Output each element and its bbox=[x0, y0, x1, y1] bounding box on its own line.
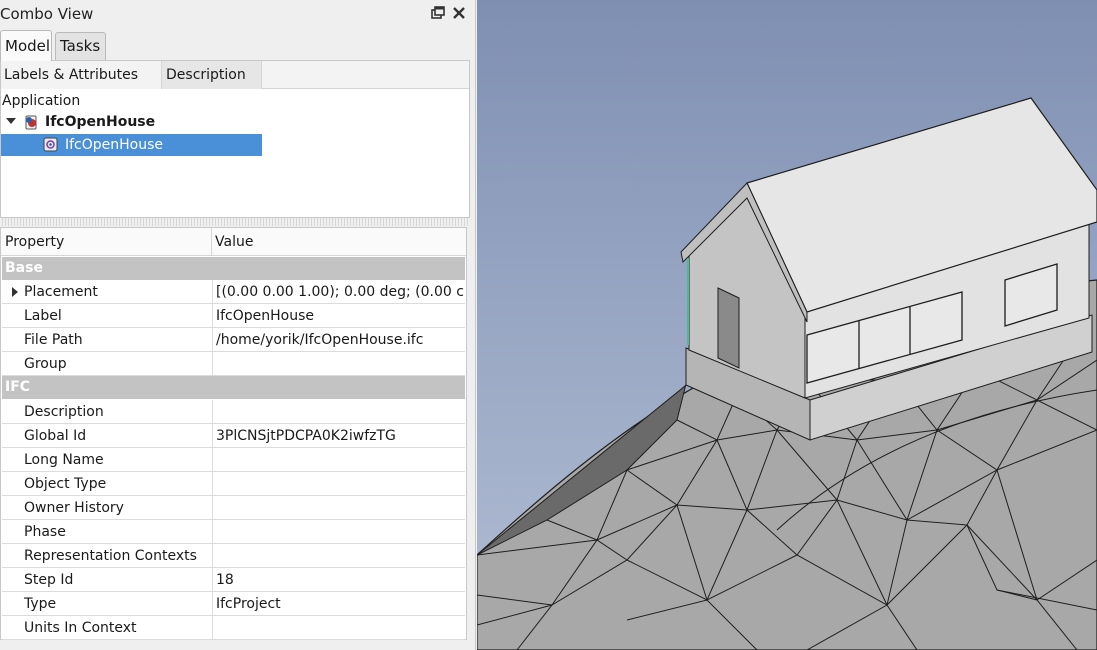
property-value[interactable]: /home/yorik/IfcOpenHouse.ifc bbox=[213, 328, 465, 351]
tab-model[interactable]: Model bbox=[0, 30, 52, 61]
property-row-object-type[interactable]: Object Type bbox=[2, 472, 465, 496]
property-value[interactable] bbox=[213, 352, 465, 375]
group-base: Base bbox=[2, 257, 465, 280]
property-row-group[interactable]: Group bbox=[2, 352, 465, 376]
property-name: Group bbox=[2, 352, 213, 375]
property-name: Step Id bbox=[2, 568, 213, 591]
tree-item-ifc-project[interactable]: IfcOpenHouse bbox=[1, 134, 262, 156]
document-label: IfcOpenHouse bbox=[45, 114, 156, 130]
property-row-global-id[interactable]: Global Id 3PlCNSjtPDCPA0K2iwfzTG bbox=[2, 424, 465, 448]
property-value[interactable] bbox=[213, 616, 465, 639]
property-value[interactable] bbox=[213, 400, 465, 423]
tree-column-description[interactable]: Description bbox=[162, 61, 262, 89]
property-name: Long Name bbox=[2, 448, 213, 471]
property-value[interactable]: [(0.00 0.00 1.00); 0.00 deg; (0.00 c... bbox=[213, 280, 465, 303]
tree-header: Labels & Attributes Description bbox=[1, 61, 469, 89]
property-value[interactable] bbox=[213, 496, 465, 519]
property-value[interactable] bbox=[213, 448, 465, 471]
property-row-step-id[interactable]: Step Id 18 bbox=[2, 568, 465, 592]
property-name: Units In Context bbox=[2, 616, 213, 639]
column-value[interactable]: Value bbox=[212, 228, 466, 256]
property-value[interactable]: 18 bbox=[213, 568, 465, 591]
property-name: File Path bbox=[2, 328, 213, 351]
property-table: Property Value Base Placement [(0.00 0.0… bbox=[0, 227, 467, 640]
property-row-file-path[interactable]: File Path /home/yorik/IfcOpenHouse.ifc bbox=[2, 328, 465, 352]
freecad-document-icon bbox=[24, 115, 39, 130]
property-value[interactable]: IfcProject bbox=[213, 592, 465, 615]
panel-title: Combo View bbox=[0, 5, 94, 23]
property-row-description[interactable]: Description bbox=[2, 400, 465, 424]
house-door bbox=[717, 287, 740, 369]
property-value[interactable] bbox=[213, 520, 465, 543]
property-row-representation-contexts[interactable]: Representation Contexts bbox=[2, 544, 465, 568]
ifc-project-icon bbox=[43, 137, 58, 152]
property-row-placement[interactable]: Placement [(0.00 0.00 1.00); 0.00 deg; (… bbox=[2, 280, 465, 304]
model-tree: Labels & Attributes Description Applicat… bbox=[0, 60, 470, 218]
property-name: Phase bbox=[2, 520, 213, 543]
close-icon[interactable] bbox=[450, 4, 468, 22]
property-name: Type bbox=[2, 592, 213, 615]
tree-column-labels[interactable]: Labels & Attributes bbox=[1, 61, 162, 89]
property-value[interactable]: 3PlCNSjtPDCPA0K2iwfzTG bbox=[213, 424, 465, 447]
property-value[interactable]: IfcOpenHouse bbox=[213, 304, 465, 327]
float-window-icon[interactable] bbox=[429, 4, 447, 22]
property-row-type[interactable]: Type IfcProject bbox=[2, 592, 465, 616]
combo-view-title-bar: Combo View bbox=[0, 0, 476, 28]
property-table-header: Property Value bbox=[1, 228, 466, 256]
3d-viewport[interactable] bbox=[477, 0, 1097, 650]
property-value[interactable] bbox=[213, 544, 465, 567]
property-row-units-in-context[interactable]: Units In Context bbox=[2, 616, 465, 640]
property-name: Label bbox=[2, 304, 213, 327]
property-value[interactable] bbox=[213, 472, 465, 495]
property-name: Description bbox=[2, 400, 213, 423]
property-name: Placement bbox=[2, 280, 213, 303]
3d-scene bbox=[477, 97, 1097, 650]
property-row-phase[interactable]: Phase bbox=[2, 520, 465, 544]
group-ifc: IFC bbox=[2, 376, 465, 399]
tab-tasks[interactable]: Tasks bbox=[55, 32, 106, 60]
tree-item-application: Application bbox=[2, 93, 81, 109]
property-name: Representation Contexts bbox=[2, 544, 213, 567]
object-label: IfcOpenHouse bbox=[65, 137, 164, 153]
property-row-label[interactable]: Label IfcOpenHouse bbox=[2, 304, 465, 328]
column-property[interactable]: Property bbox=[1, 228, 212, 256]
property-row-long-name[interactable]: Long Name bbox=[2, 448, 465, 472]
property-name: Object Type bbox=[2, 472, 213, 495]
property-name: Global Id bbox=[2, 424, 213, 447]
expand-arrow-icon[interactable] bbox=[6, 118, 16, 124]
panel-splitter[interactable] bbox=[0, 218, 470, 226]
tree-item-document[interactable]: IfcOpenHouse bbox=[1, 112, 262, 134]
property-row-owner-history[interactable]: Owner History bbox=[2, 496, 465, 520]
combo-view-panel: Combo View Model Tasks Labels & Attribut… bbox=[0, 0, 476, 650]
property-name: Owner History bbox=[2, 496, 213, 519]
